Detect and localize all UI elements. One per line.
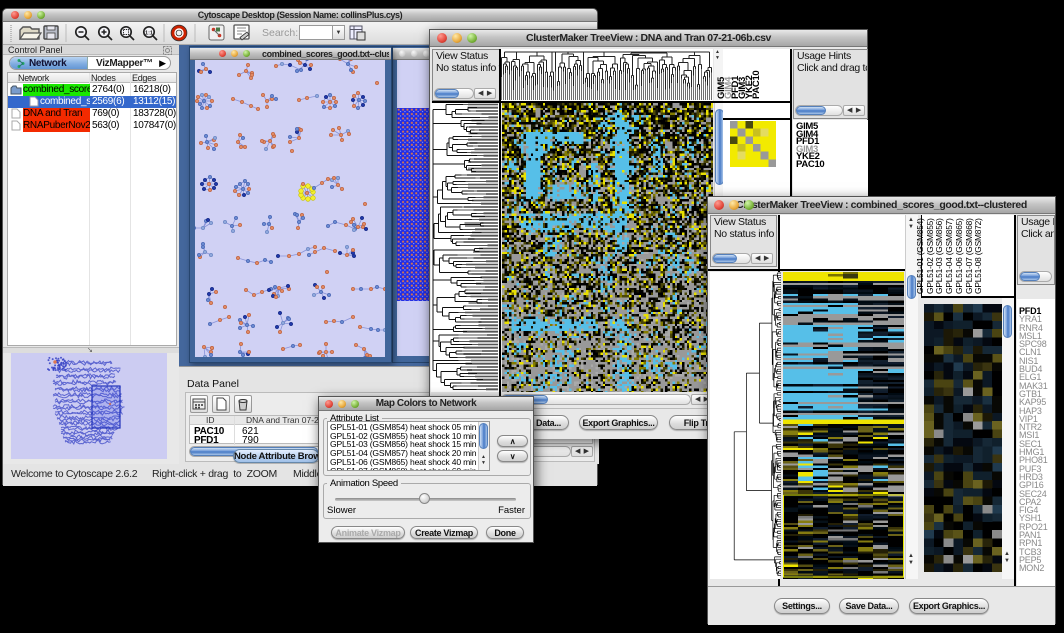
svg-text:1:1: 1:1 bbox=[145, 31, 153, 37]
